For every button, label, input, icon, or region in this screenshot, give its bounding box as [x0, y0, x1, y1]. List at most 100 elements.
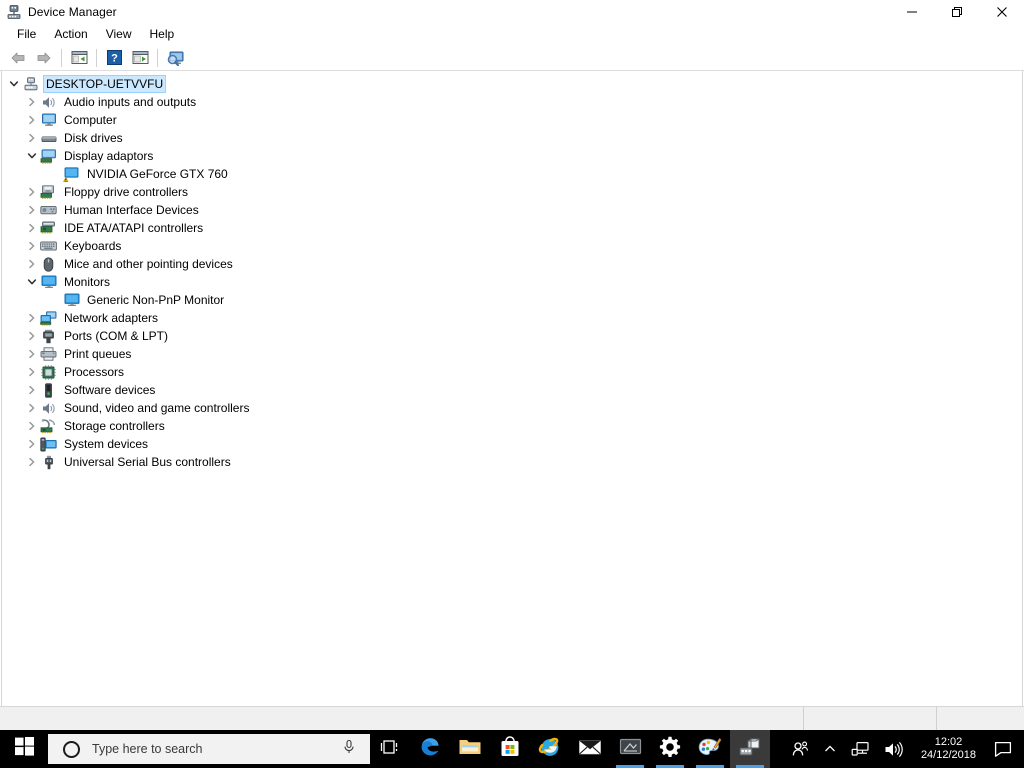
chevron-right-icon[interactable] [24, 255, 40, 273]
tree-node[interactable]: Ports (COM & LPT) [2, 327, 1022, 345]
chevron-right-icon[interactable] [24, 129, 40, 147]
tree-node[interactable]: DESKTOP-UETVVFU [2, 75, 1022, 93]
tray-volume[interactable] [877, 730, 911, 768]
mouse-icon [40, 256, 57, 272]
mail-icon [578, 737, 602, 762]
show-hide-console-tree-button[interactable] [66, 46, 92, 70]
tree-node[interactable]: Sound, video and game controllers [2, 399, 1022, 417]
help-button[interactable]: ? [101, 46, 127, 70]
device-manager-icon [738, 736, 762, 763]
system-tray: 12:02 24/12/2018 [784, 730, 1024, 768]
tray-show-hidden-icons[interactable] [816, 730, 844, 768]
scan-hardware-changes-button[interactable] [162, 46, 188, 70]
chevron-down-icon[interactable] [24, 147, 40, 165]
taskbar-device-manager[interactable] [730, 730, 770, 768]
task-view-button[interactable] [370, 730, 410, 768]
status-segment-2 [936, 706, 1024, 731]
tree-node-label: Ports (COM & LPT) [64, 329, 169, 343]
chevron-right-icon[interactable] [24, 111, 40, 129]
taskbar-settings[interactable] [650, 730, 690, 768]
port-icon [40, 328, 57, 344]
tray-people[interactable] [784, 730, 816, 768]
action-center-button[interactable] [986, 730, 1024, 768]
device-tree[interactable]: DESKTOP-UETVVFU Audio inputs and outputs C… [1, 71, 1023, 706]
floppy-controller-icon [40, 184, 57, 200]
tree-node[interactable]: Computer [2, 111, 1022, 129]
start-button[interactable] [0, 730, 48, 768]
chevron-right-icon[interactable] [24, 453, 40, 471]
taskbar-edge[interactable] [410, 730, 450, 768]
tree-node-label: Universal Serial Bus controllers [64, 455, 231, 469]
window-controls [889, 0, 1024, 23]
tree-node[interactable]: Print queues [2, 345, 1022, 363]
menu-help[interactable]: Help [141, 25, 184, 43]
microphone-icon[interactable] [342, 739, 356, 760]
taskbar-file-explorer[interactable] [450, 730, 490, 768]
taskbar-paint[interactable] [690, 730, 730, 768]
chevron-right-icon[interactable] [24, 435, 40, 453]
chevron-right-icon[interactable] [24, 183, 40, 201]
chevron-right-icon[interactable] [24, 309, 40, 327]
restore-button[interactable] [934, 0, 979, 23]
tree-node[interactable]: NVIDIA GeForce GTX 760 [2, 165, 1022, 183]
chevron-right-icon[interactable] [24, 417, 40, 435]
chevron-right-icon[interactable] [24, 219, 40, 237]
monitor-blue-icon [63, 292, 80, 308]
chevron-down-icon[interactable] [6, 75, 22, 93]
chevron-right-icon[interactable] [24, 201, 40, 219]
tree-node[interactable]: System devices [2, 435, 1022, 453]
network-adapter-icon [40, 310, 57, 326]
disk-drive-icon [40, 130, 57, 146]
toolbar-separator [96, 48, 97, 67]
tree-node-label: Human Interface Devices [64, 203, 199, 217]
tree-node[interactable]: Monitors [2, 273, 1022, 291]
properties-button[interactable] [127, 46, 153, 70]
forward-button[interactable] [31, 46, 57, 70]
chevron-right-icon[interactable] [24, 327, 40, 345]
tree-node-label: Sound, video and game controllers [64, 401, 250, 415]
tree-node-label: Network adapters [64, 311, 159, 325]
tray-network[interactable] [844, 730, 877, 768]
storage-controller-icon [40, 418, 57, 434]
back-button[interactable] [5, 46, 31, 70]
taskbar: Type here to search 12:02 24/12/2018 [0, 730, 1024, 768]
chevron-right-icon[interactable] [24, 399, 40, 417]
tree-node[interactable]: IDE ATA/ATAPI controllers [2, 219, 1022, 237]
tree-node[interactable]: Storage controllers [2, 417, 1022, 435]
menu-action[interactable]: Action [45, 25, 96, 43]
chevron-right-icon[interactable] [24, 363, 40, 381]
menu-file[interactable]: File [8, 25, 45, 43]
status-segment-1 [803, 706, 936, 731]
tree-node[interactable]: Universal Serial Bus controllers [2, 453, 1022, 471]
taskbar-microsoft-store[interactable] [490, 730, 530, 768]
chevron-right-icon[interactable] [24, 93, 40, 111]
chevron-right-icon[interactable] [24, 345, 40, 363]
minimize-button[interactable] [889, 0, 934, 23]
status-main-text [0, 707, 803, 731]
tree-node[interactable]: Display adaptors [2, 147, 1022, 165]
tree-node-label: Storage controllers [64, 419, 165, 433]
chevron-right-icon[interactable] [24, 381, 40, 399]
menu-view[interactable]: View [97, 25, 141, 43]
speaker-icon [40, 94, 57, 110]
taskbar-internet-explorer[interactable] [530, 730, 570, 768]
taskbar-mail[interactable] [570, 730, 610, 768]
monitor-icon [40, 112, 57, 128]
tree-node[interactable]: Generic Non-PnP Monitor [2, 291, 1022, 309]
tree-node[interactable]: Mice and other pointing devices [2, 255, 1022, 273]
tree-node[interactable]: Processors [2, 363, 1022, 381]
tree-node[interactable]: Keyboards [2, 237, 1022, 255]
tree-node[interactable]: Audio inputs and outputs [2, 93, 1022, 111]
tree-node[interactable]: Human Interface Devices [2, 201, 1022, 219]
tree-node[interactable]: Floppy drive controllers [2, 183, 1022, 201]
taskbar-screen-app[interactable] [610, 730, 650, 768]
svg-text:?: ? [111, 53, 118, 65]
search-input[interactable]: Type here to search [48, 734, 370, 764]
tree-node[interactable]: Software devices [2, 381, 1022, 399]
chevron-right-icon[interactable] [24, 237, 40, 255]
chevron-down-icon[interactable] [24, 273, 40, 291]
close-button[interactable] [979, 0, 1024, 23]
clock[interactable]: 12:02 24/12/2018 [911, 730, 986, 768]
tree-node[interactable]: Network adapters [2, 309, 1022, 327]
tree-node[interactable]: Disk drives [2, 129, 1022, 147]
